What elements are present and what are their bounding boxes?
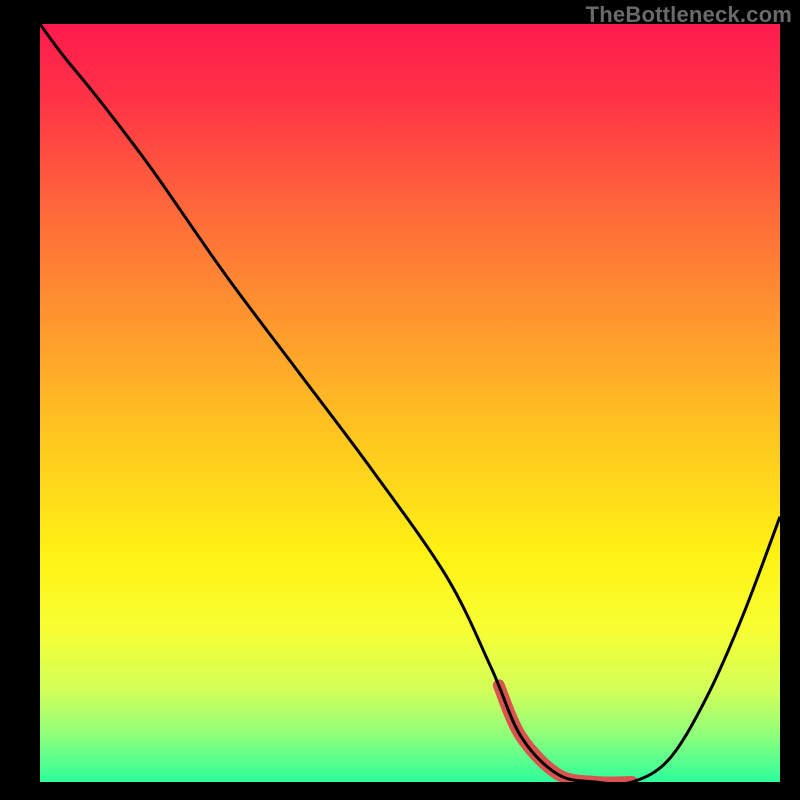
curve-layer bbox=[40, 24, 780, 782]
bottleneck-curve bbox=[40, 24, 780, 782]
plot-area bbox=[40, 24, 780, 782]
chart-frame: TheBottleneck.com bbox=[0, 0, 800, 800]
